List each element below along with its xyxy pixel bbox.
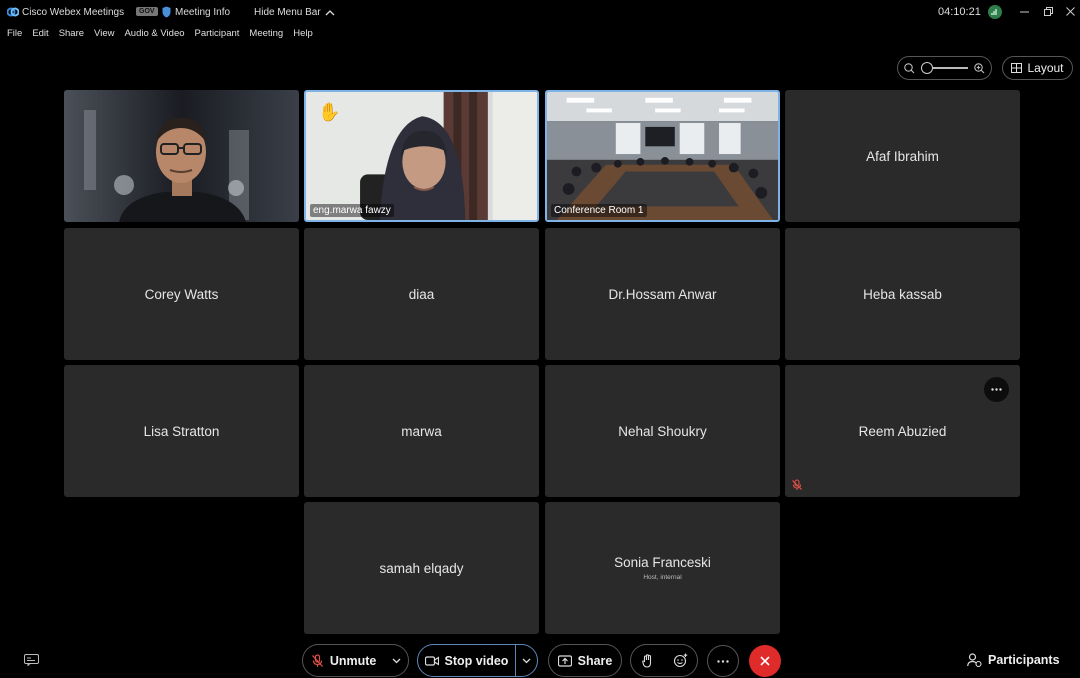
participant-tile[interactable]: samah elqady [304,502,539,634]
unmute-label: Unmute [329,653,377,668]
host-tile[interactable]: Sonia Franceski Host, internal [545,502,780,634]
participant-name: Lisa Stratton [143,423,220,439]
share-button[interactable]: Share [548,644,622,677]
participant-tile[interactable]: Afaf Ibrahim [785,90,1020,222]
participant-name: Dr.Hossam Anwar [608,286,717,302]
menu-share[interactable]: Share [52,28,84,44]
participant-name: Corey Watts [144,286,219,302]
muted-mic-icon [792,479,802,490]
meeting-info-link[interactable]: Meeting Info [175,7,230,18]
participant-video-1 [64,90,299,222]
menu-edit[interactable]: Edit [25,28,48,44]
reactions-control [630,644,698,677]
layout-button[interactable]: Layout [1002,56,1073,80]
menu-audio-video[interactable]: Audio & Video [117,28,184,44]
participants-button[interactable]: Participants [967,653,1060,667]
chevron-down-icon [392,658,401,663]
zoom-control [897,56,992,80]
menu-help[interactable]: Help [286,28,313,44]
zoom-slider-thumb[interactable] [921,62,933,74]
participant-name: Sonia Franceski [614,555,711,570]
ellipsis-icon [717,659,729,663]
hide-menu-label: Hide Menu Bar [254,7,321,18]
menu-bar: File Edit Share View Audio & Video Parti… [0,28,316,44]
meeting-clock: 04:10:21 [938,6,981,18]
chevron-down-icon [522,658,531,663]
more-options-button[interactable] [707,645,739,677]
restore-icon [1043,6,1053,16]
ellipsis-icon [991,388,1002,391]
stop-video-label: Stop video [444,653,509,668]
video-tile-1[interactable] [64,90,299,222]
participant-name: diaa [408,286,435,302]
connection-status-icon [988,5,1002,19]
minimize-icon [1019,11,1029,12]
title-bar: Cisco Webex Meetings GOV Meeting Info Hi… [0,0,1080,25]
app-title: Cisco Webex Meetings [22,7,125,18]
participant-name: Afaf Ibrahim [866,148,939,164]
shield-icon[interactable] [162,6,171,18]
unmute-button[interactable]: Unmute [303,645,384,676]
participant-name: marwa [401,423,442,439]
menu-participant[interactable]: Participant [188,28,240,44]
video-camera-icon [424,655,439,666]
gov-badge: GOV [136,7,158,16]
participant-name: samah elqady [379,560,464,576]
audio-options-dropdown[interactable] [384,645,408,676]
close-icon [760,656,770,666]
participant-tile[interactable]: Lisa Stratton [64,365,299,497]
restore-button[interactable] [1040,4,1056,18]
emoji-reaction-icon [673,653,688,668]
video-tile-3[interactable]: Conference Room 1 [545,90,780,222]
zoom-out-icon[interactable] [904,62,915,74]
more-options-button[interactable] [984,377,1009,402]
zoom-in-icon[interactable] [974,62,985,74]
raise-hand-icon [642,653,652,668]
participant-tile[interactable]: Heba kassab [785,228,1020,360]
zoom-slider[interactable] [921,62,968,74]
chevron-up-icon [325,10,335,16]
video-control: Stop video [417,644,538,677]
menu-file[interactable]: File [0,28,22,44]
participant-tile[interactable]: Corey Watts [64,228,299,360]
participant-name-tag: Conference Room 1 [551,204,647,217]
share-label: Share [577,653,613,668]
grid-layout-icon [1011,63,1023,73]
participant-tile[interactable]: Nehal Shoukry [545,365,780,497]
participant-tile[interactable]: marwa [304,365,539,497]
conference-room-video [547,92,778,220]
participant-tile[interactable]: Reem Abuzied [785,365,1020,497]
participant-name: Heba kassab [863,286,942,302]
close-icon [1065,6,1075,16]
webex-logo-icon [7,7,19,17]
video-tile-2[interactable]: ✋ eng.marwa fawzy [304,90,539,222]
participant-video-2 [306,92,537,220]
participant-tile[interactable]: Dr.Hossam Anwar [545,228,780,360]
leave-meeting-button[interactable] [749,645,781,677]
participants-label: Participants [988,653,1060,667]
menu-view[interactable]: View [87,28,114,44]
host-role-label: Host, internal [643,574,682,581]
raise-hand-button[interactable] [631,645,664,676]
minimize-button[interactable] [1016,4,1032,18]
menu-meeting[interactable]: Meeting [242,28,283,44]
reactions-button[interactable] [664,645,697,676]
layout-label: Layout [1027,61,1064,75]
close-window-button[interactable] [1062,4,1078,18]
stop-video-button[interactable]: Stop video [418,645,516,676]
raised-hand-icon: ✋ [318,102,341,122]
captions-icon[interactable] [24,654,39,666]
participant-name: Reem Abuzied [858,423,947,439]
participant-name: Nehal Shoukry [618,423,707,439]
participants-icon [967,653,982,667]
video-options-dropdown[interactable] [516,645,537,676]
share-screen-icon [557,654,572,667]
participant-tile[interactable]: diaa [304,228,539,360]
participant-name-tag: eng.marwa fawzy [310,204,394,217]
hide-menu-bar-button[interactable]: Hide Menu Bar [254,7,335,18]
unmute-control: Unmute [302,644,409,677]
muted-mic-icon [311,653,323,667]
